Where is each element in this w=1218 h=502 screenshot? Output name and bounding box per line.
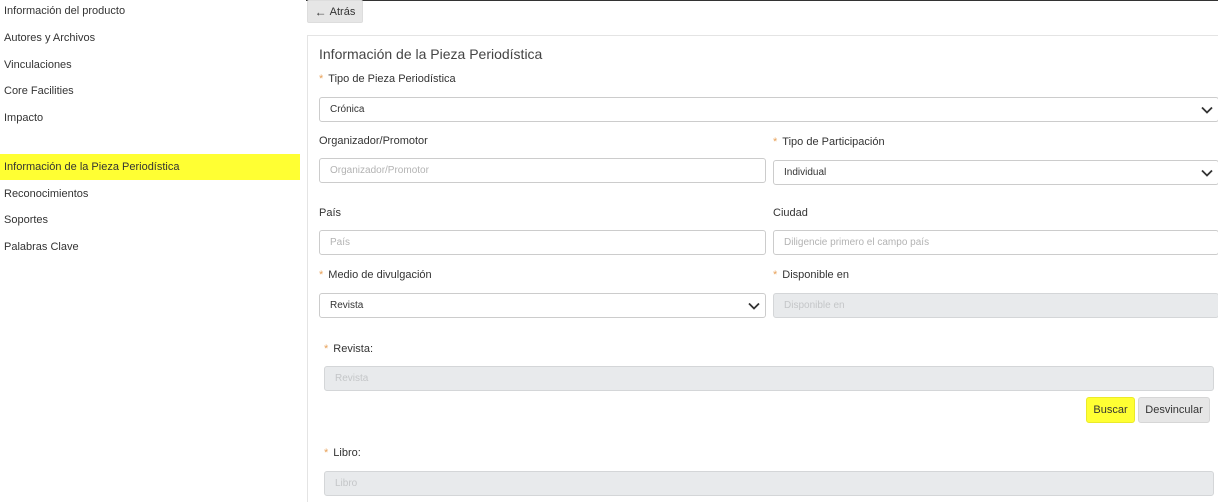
disponible-input: Disponible en xyxy=(773,293,1218,318)
tipo-participacion-select[interactable]: Individual xyxy=(773,160,1218,185)
libro-input: Libro xyxy=(324,471,1214,496)
sidebar-item-autores-archivos[interactable]: Autores y Archivos xyxy=(0,25,300,51)
back-button-label: Atrás xyxy=(329,5,356,18)
pais-input[interactable]: País xyxy=(319,230,766,255)
required-mark: * xyxy=(773,136,778,148)
pais-placeholder: País xyxy=(330,237,351,248)
sidebar-item-pieza-periodistica[interactable]: Información de la Pieza Periodística xyxy=(0,154,300,180)
revista-placeholder: Revista xyxy=(335,373,369,384)
arrow-left-icon: ← xyxy=(314,4,327,19)
required-mark: * xyxy=(324,343,329,355)
sidebar-item-soportes[interactable]: Soportes xyxy=(0,207,300,233)
tipo-pieza-value: Crónica xyxy=(330,104,365,115)
organizador-placeholder: Organizador/Promotor xyxy=(330,165,429,176)
medio-value: Revista xyxy=(330,300,364,311)
chevron-down-icon xyxy=(1201,106,1213,114)
back-button[interactable]: ← Atrás xyxy=(307,0,363,23)
sidebar-item-informacion-producto[interactable]: Información del producto xyxy=(0,0,300,24)
revista-label: * Revista: xyxy=(324,343,374,355)
tipo-participacion-value: Individual xyxy=(784,167,827,178)
required-mark: * xyxy=(773,269,778,281)
pais-label: País xyxy=(319,207,342,219)
libro-label: * Libro: xyxy=(324,447,361,459)
sidebar-item-palabras-clave[interactable]: Palabras Clave xyxy=(0,234,300,260)
disponible-label: * Disponible en xyxy=(773,269,849,281)
tipo-participacion-label: * Tipo de Participación xyxy=(773,136,885,148)
ciudad-placeholder: Diligencie primero el campo país xyxy=(784,237,930,248)
required-mark: * xyxy=(324,447,329,459)
chevron-down-icon xyxy=(748,302,760,310)
organizador-input[interactable]: Organizador/Promotor xyxy=(319,158,766,183)
ciudad-input[interactable]: Diligencie primero el campo país xyxy=(773,230,1218,255)
section-title: Información de la Pieza Periodística xyxy=(319,46,543,62)
sidebar-item-impacto[interactable]: Impacto xyxy=(0,105,300,131)
sidebar-item-reconocimientos[interactable]: Reconocimientos xyxy=(0,181,300,207)
sidebar-item-vinculaciones[interactable]: Vinculaciones xyxy=(0,52,300,78)
sidebar-item-core-facilities[interactable]: Core Facilities xyxy=(0,78,300,104)
revista-input: Revista xyxy=(324,366,1214,391)
medio-label: * Medio de divulgación xyxy=(319,269,432,281)
chevron-down-icon xyxy=(1201,169,1213,177)
disponible-placeholder: Disponible en xyxy=(784,300,845,311)
tipo-pieza-label: * Tipo de Pieza Periodística xyxy=(319,73,456,85)
medio-select[interactable]: Revista xyxy=(319,293,766,318)
required-mark: * xyxy=(319,269,324,281)
sidebar: Información del producto Autores y Archi… xyxy=(0,0,302,502)
tipo-pieza-select[interactable]: Crónica xyxy=(319,97,1218,122)
organizador-label: Organizador/Promotor xyxy=(319,135,428,147)
buscar-button[interactable]: Buscar xyxy=(1086,397,1135,423)
main-content: ← Atrás Información de la Pieza Periodís… xyxy=(306,0,1218,502)
required-mark: * xyxy=(319,73,324,85)
ciudad-label: Ciudad xyxy=(773,207,808,219)
top-divider xyxy=(306,0,1218,1)
desvincular-button[interactable]: Desvincular xyxy=(1138,397,1210,423)
libro-placeholder: Libro xyxy=(335,478,358,489)
